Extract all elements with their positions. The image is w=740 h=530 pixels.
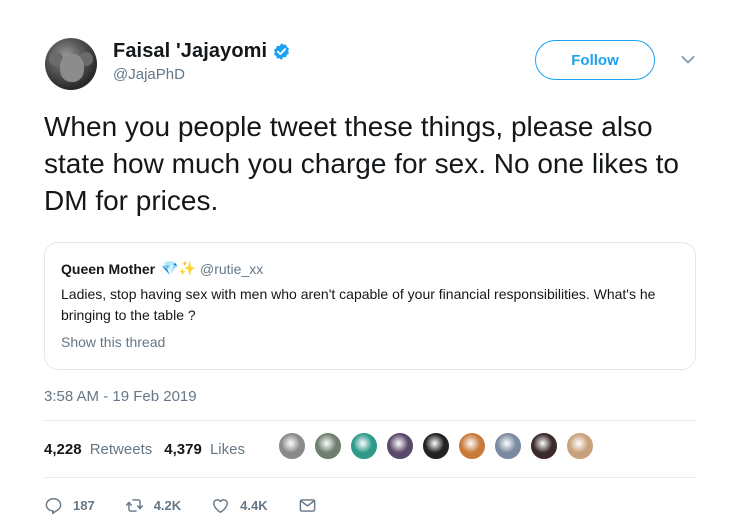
reply-count: 187 — [73, 498, 95, 513]
author-avatar[interactable] — [45, 38, 97, 90]
liker-avatars — [278, 432, 602, 460]
liker-avatar[interactable] — [494, 432, 522, 460]
liker-avatar[interactable] — [350, 432, 378, 460]
envelope-icon — [299, 499, 315, 512]
quoted-author-handle: @rutie_xx — [200, 260, 264, 277]
tweet-text: When you people tweet these things, plea… — [44, 111, 679, 216]
follow-button[interactable]: Follow — [535, 40, 655, 80]
author-handle[interactable]: @JajaPhD — [113, 66, 185, 83]
liker-avatar[interactable] — [386, 432, 414, 460]
quoted-author-name: Queen Mother — [61, 260, 156, 277]
tweet-timestamp[interactable]: 3:58 AM - 19 Feb 2019 — [44, 388, 197, 405]
author-name-row: Faisal 'Jajayomi — [113, 40, 291, 63]
heart-icon — [213, 499, 229, 513]
engagement-stats: 4,228 Retweets 4,379 Likes — [44, 441, 245, 458]
reply-icon — [45, 498, 62, 515]
like-count: 4.4K — [240, 498, 268, 513]
divider-top — [44, 420, 696, 421]
likes-count: 4,379 — [164, 441, 202, 458]
liker-avatar[interactable] — [566, 432, 594, 460]
liker-avatar[interactable] — [458, 432, 486, 460]
liker-avatar[interactable] — [278, 432, 306, 460]
quoted-tweet-header: Queen Mother 💎✨ @rutie_xx — [61, 260, 263, 277]
retweet-icon — [125, 499, 143, 512]
quoted-tweet-text: Ladies, stop having sex with men who are… — [61, 286, 656, 323]
retweets-label: Retweets — [89, 441, 153, 458]
liker-avatar[interactable] — [314, 432, 342, 460]
direct-message-button[interactable] — [298, 496, 327, 515]
avatar-face — [60, 54, 84, 82]
retweet-count: 4.2K — [153, 498, 182, 513]
quoted-author-emoji: 💎✨ — [161, 260, 196, 276]
retweets-stat[interactable]: 4,228 Retweets — [44, 441, 152, 458]
retweet-button[interactable]: 4.2K — [125, 496, 181, 515]
likes-stat[interactable]: 4,379 Likes — [164, 441, 245, 458]
author-name[interactable]: Faisal 'Jajayomi — [113, 40, 267, 63]
verified-badge-icon — [274, 43, 290, 60]
retweets-count: 4,228 — [44, 441, 82, 458]
chevron-down-icon[interactable] — [681, 55, 695, 65]
reply-button[interactable]: 187 — [44, 496, 95, 515]
divider-bottom — [44, 477, 696, 478]
quoted-tweet[interactable]: Queen Mother 💎✨ @rutie_xx Ladies, stop h… — [44, 242, 696, 370]
likes-label: Likes — [209, 441, 245, 458]
tweet-actions: 187 4.2K 4.4K — [44, 496, 357, 515]
liker-avatar[interactable] — [422, 432, 450, 460]
liker-avatar[interactable] — [530, 432, 558, 460]
show-thread-link[interactable]: Show this thread — [61, 334, 165, 350]
like-button[interactable]: 4.4K — [211, 496, 268, 515]
